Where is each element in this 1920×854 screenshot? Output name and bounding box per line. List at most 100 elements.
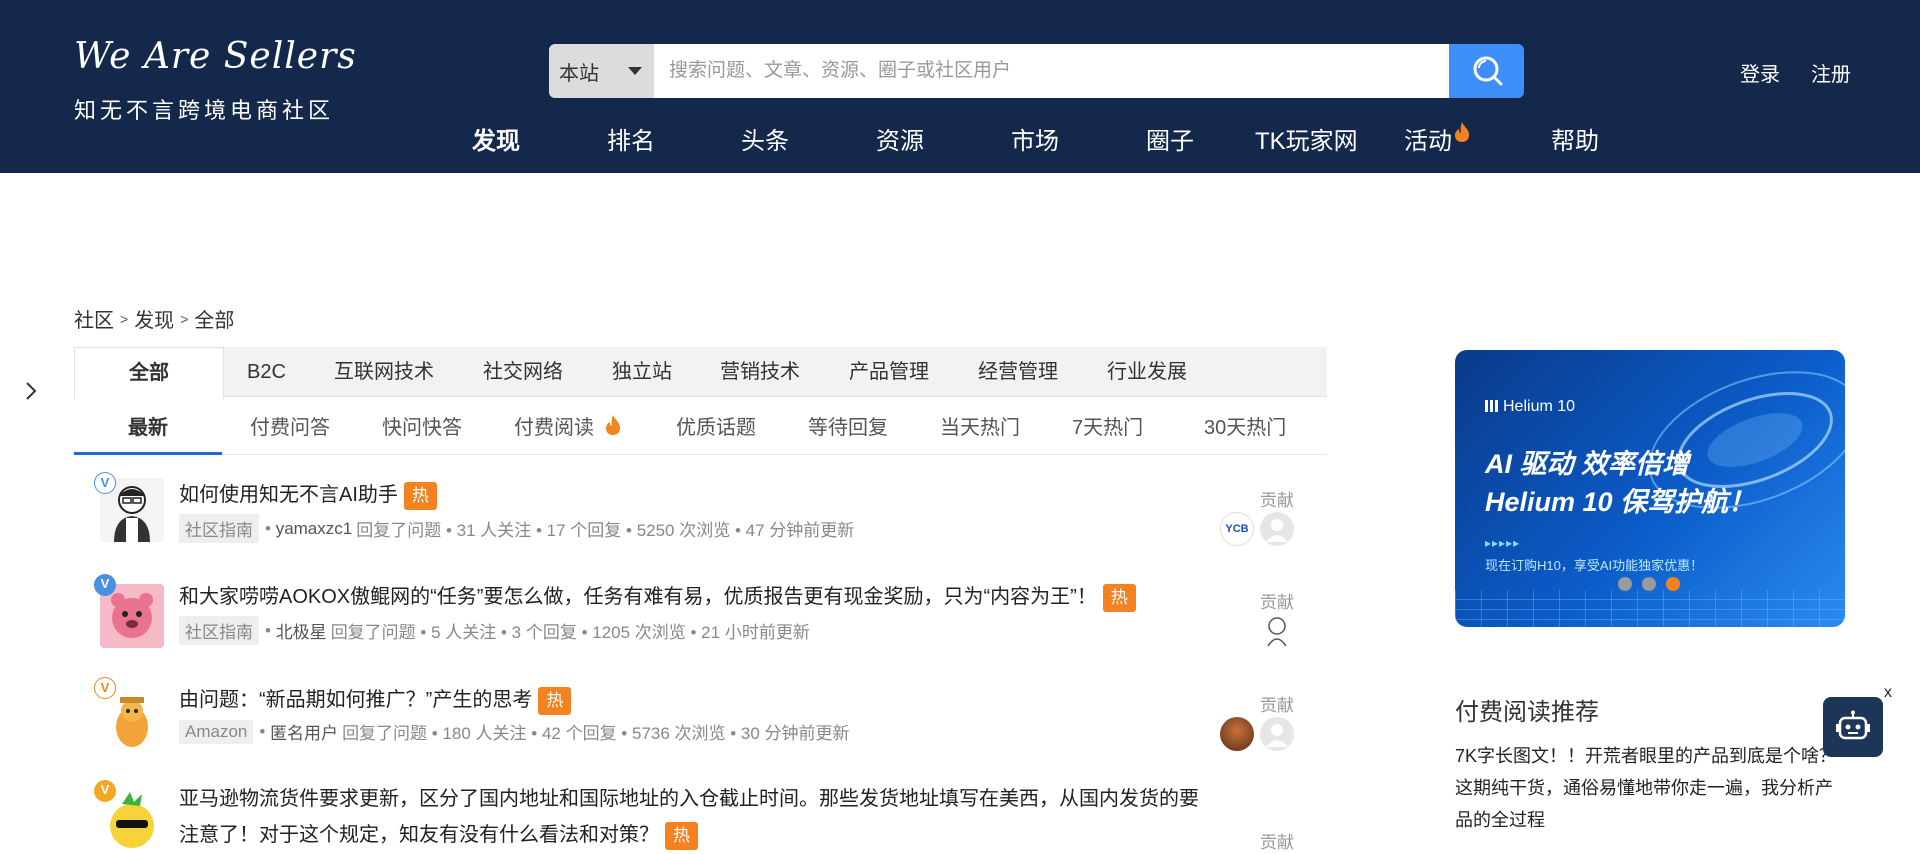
contributors-label: 贡献 (1260, 491, 1294, 510)
sort-tab-waiting[interactable]: 等待回复 (808, 397, 888, 455)
nav-market[interactable]: 市场 (1011, 121, 1059, 156)
ad-headline-2: Helium 10 保驾护航！ (1485, 487, 1756, 517)
contributor-avatar[interactable] (1260, 614, 1294, 648)
category-tab-industry[interactable]: 行业发展 (1107, 347, 1187, 397)
category-tab-marketing[interactable]: 营销技术 (720, 347, 800, 397)
ad-subtext: 现在订购H10，享受AI功能独家优惠！ (1485, 558, 1704, 573)
grid-icon (1485, 400, 1499, 412)
site-header: We Are Sellers 知无不言跨境电商社区 本站 登录 注册 发现 排名… (0, 0, 1920, 173)
category-tab-operations[interactable]: 经营管理 (978, 347, 1058, 397)
meta-user[interactable]: yamaxzc1 (276, 519, 353, 539)
question-meta: 社区指南 • yamaxzc1 回复了问题 • 31 人关注 • 17 个回复 … (179, 514, 854, 543)
sort-tab-30day-hot[interactable]: 30天热门 (1204, 397, 1286, 455)
sort-tab-latest[interactable]: 最新 (74, 397, 222, 455)
meta-action: 回复了问题 (356, 521, 442, 540)
topic-tag[interactable]: Amazon (179, 719, 254, 744)
category-tab-standalone[interactable]: 独立站 (612, 347, 672, 397)
logo-text[interactable]: We Are Sellers (74, 36, 357, 77)
carousel-dots (1618, 577, 1680, 591)
topic-tag[interactable]: 社区指南 (179, 616, 259, 645)
topic-tag[interactable]: 社区指南 (179, 514, 259, 543)
meta-dot: • (259, 721, 271, 741)
sort-tab-7day-hot[interactable]: 7天热门 (1072, 397, 1143, 455)
nav-discover[interactable]: 发现 (472, 121, 520, 156)
nav-resources[interactable]: 资源 (876, 121, 924, 156)
nav-events-label: 活动 (1404, 128, 1452, 155)
question-meta: 社区指南 • 北极星 回复了问题 • 5 人关注 • 3 个回复 • 1205 … (179, 616, 810, 645)
question-title-line2[interactable]: 注意了！对于这个规定，知友有没有什么看法和对策？ 热 (179, 818, 698, 850)
recommend-item[interactable]: 7K字长图文！！开荒者眼里的产品到底是个啥？这期纯干货，通俗易懂地带你走一遍，我… (1455, 740, 1845, 836)
chevron-right-icon: > (180, 310, 189, 327)
verified-badge: V (94, 574, 116, 596)
contributor-avatar[interactable] (1220, 717, 1254, 751)
category-tab-b2c[interactable]: B2C (247, 347, 286, 397)
nav-tk[interactable]: TK玩家网 (1255, 121, 1358, 156)
category-tab-internet[interactable]: 互联网技术 (334, 347, 434, 397)
sort-tab-today-hot[interactable]: 当天热门 (940, 397, 1020, 455)
nav-events[interactable]: 活动 (1404, 121, 1471, 156)
search-button[interactable] (1449, 44, 1524, 98)
caret-down-icon (628, 67, 642, 75)
sort-tabs: 最新 付费问答 快问快答 付费阅读 优质话题 等待回复 当天热门 7天热门 30… (74, 397, 1327, 455)
question-title[interactable]: 如何使用知无不言AI助手热 (179, 478, 437, 510)
close-icon[interactable]: x (1884, 684, 1892, 702)
question-title[interactable]: 亚马逊物流货件要求更新，区分了国内地址和国际地址的入仓截止时间。那些发货地址填写… (179, 782, 1199, 811)
meta-dot: • (265, 518, 276, 538)
fire-icon (1455, 122, 1469, 142)
hot-badge: 热 (403, 481, 437, 510)
meta-user[interactable]: 匿名用户 (270, 719, 338, 744)
question-title[interactable]: 和大家唠唠AOKOX傲鲲网的“任务”要怎么做，任务有难有易，优质报告更有现金奖励… (179, 580, 1136, 612)
sort-tab-paid-read[interactable]: 付费阅读 (514, 397, 622, 455)
breadcrumb-discover[interactable]: 发现 (134, 304, 174, 333)
category-tabs: 全部 B2C 互联网技术 社交网络 独立站 营销技术 产品管理 经营管理 行业发… (74, 347, 1327, 399)
category-tab-all[interactable]: 全部 (74, 347, 224, 399)
search-scope-select[interactable]: 本站 (549, 44, 654, 98)
breadcrumb-all: 全部 (194, 310, 235, 332)
breadcrumb: 社区 > 发现 > 全部 (74, 304, 234, 333)
nav-headlines[interactable]: 头条 (741, 121, 789, 156)
sort-tab-paid-qa[interactable]: 付费问答 (250, 397, 330, 455)
meta-user[interactable]: 北极星 (276, 618, 327, 643)
sort-tab-quick-qa[interactable]: 快问快答 (382, 397, 462, 455)
search-scope-label: 本站 (559, 62, 599, 85)
ad-brand-text: Helium 10 (1503, 398, 1576, 415)
sort-tab-quality[interactable]: 优质话题 (676, 397, 756, 455)
main-nav: 发现 排名 头条 资源 市场 圈子 TK玩家网 活动 帮助 (0, 121, 1920, 156)
login-link[interactable]: 登录 (1740, 58, 1780, 87)
register-link[interactable]: 注册 (1811, 58, 1851, 87)
question-title-text: 注意了！对于这个规定，知友有没有什么看法和对策？ (179, 824, 659, 846)
nav-circles[interactable]: 圈子 (1146, 121, 1194, 156)
verified-badge: V (94, 472, 116, 494)
question-title-text: 和大家唠唠AOKOX傲鲲网的“任务”要怎么做，任务有难有易，优质报告更有现金奖励… (179, 586, 1097, 608)
question-meta: Amazon • 匿名用户 回复了问题 • 180 人关注 • 42 个回复 •… (179, 719, 850, 744)
question-title-text: 如何使用知无不言AI助手 (179, 484, 398, 506)
contributors-label: 贡献 (1260, 593, 1294, 612)
breadcrumb-community[interactable]: 社区 (74, 304, 114, 333)
sketch-avatar-icon (1267, 617, 1287, 647)
chevron-right-icon: > (120, 310, 129, 327)
fire-icon (605, 415, 620, 435)
category-tab-product[interactable]: 产品管理 (849, 347, 929, 397)
nav-help[interactable]: 帮助 (1551, 121, 1599, 156)
meta-stats: • 180 人关注 • 42 个回复 • 5736 次浏览 • 30 分钟前更新 (431, 724, 850, 743)
meta-action: 回复了问题 (330, 623, 416, 642)
ad-banner[interactable]: Helium 10 AI 驱动 效率倍增 Helium 10 保驾护航！ ▸▸▸… (1455, 350, 1845, 627)
contributors-label: 贡献 (1260, 833, 1294, 852)
contributor-avatar[interactable]: YCB (1220, 512, 1254, 546)
carousel-dot[interactable] (1618, 577, 1632, 591)
carousel-dot[interactable] (1642, 577, 1656, 591)
category-tab-social[interactable]: 社交网络 (483, 347, 563, 397)
sidebar-expand-icon[interactable] (24, 380, 38, 402)
ad-arrows: ▸▸▸▸▸ (1485, 536, 1521, 550)
hot-badge: 热 (1102, 583, 1136, 612)
carousel-dot-active[interactable] (1666, 577, 1680, 591)
search-input[interactable] (654, 44, 1449, 98)
ai-assistant-button[interactable] (1823, 697, 1883, 757)
nav-ranking[interactable]: 排名 (607, 121, 655, 156)
user-placeholder-icon (1266, 519, 1288, 542)
meta-action: 回复了问题 (342, 724, 428, 743)
hot-badge: 热 (665, 821, 698, 850)
question-title[interactable]: 由问题：“新品期如何推广？”产生的思考热 (179, 683, 572, 715)
contributor-avatar[interactable] (1260, 512, 1294, 546)
contributor-avatar[interactable] (1260, 717, 1294, 751)
